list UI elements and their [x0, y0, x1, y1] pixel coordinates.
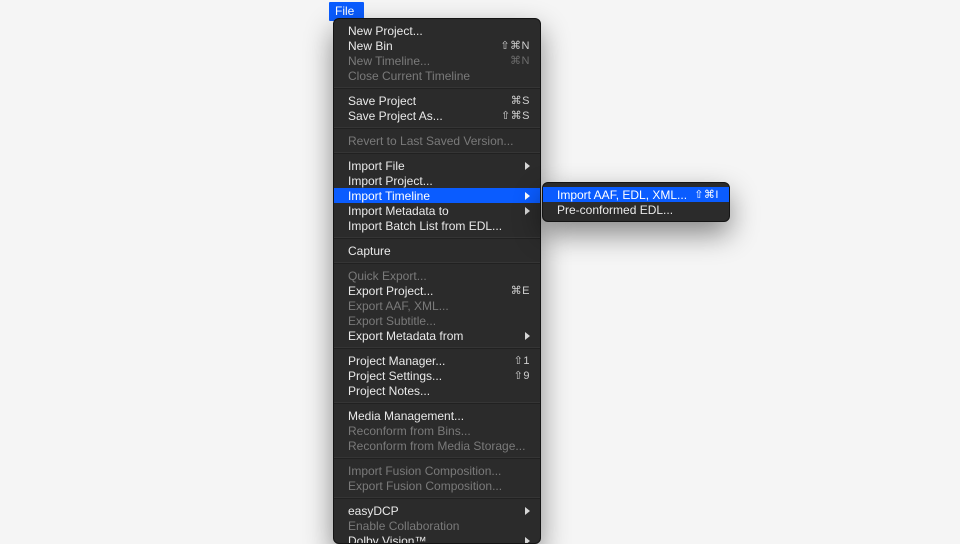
menu-item-easydcp[interactable]: easyDCP	[334, 503, 540, 518]
menu-item-import-aaf-edl-xml[interactable]: Import AAF, EDL, XML...⇧⌘I	[543, 187, 729, 202]
chevron-right-icon	[525, 507, 530, 515]
menu-separator	[334, 497, 540, 499]
menu-item-export-subtitle: Export Subtitle...	[334, 313, 540, 328]
menu-separator	[334, 152, 540, 154]
menu-item-label: Import Project...	[348, 174, 530, 188]
menu-item-shortcut: ⌘E	[511, 284, 530, 297]
menu-item-export-project[interactable]: Export Project...⌘E	[334, 283, 540, 298]
chevron-right-icon	[525, 192, 530, 200]
menu-item-media-management[interactable]: Media Management...	[334, 408, 540, 423]
menu-item-label: Dolby Vision™	[348, 534, 517, 544]
menu-item-shortcut: ⇧⌘I	[694, 188, 719, 201]
menu-item-label: New Project...	[348, 24, 530, 38]
menu-item-shortcut: ⌘N	[510, 54, 530, 67]
menu-item-label: Project Manager...	[348, 354, 514, 368]
menu-item-label: Export AAF, XML...	[348, 299, 530, 313]
menu-item-label: Import Metadata to	[348, 204, 517, 218]
menu-item-label: Enable Collaboration	[348, 519, 530, 533]
menu-separator	[334, 262, 540, 264]
menu-item-shortcut: ⇧9	[514, 369, 530, 382]
file-menu-dropdown: New Project...New Bin⇧⌘NNew Timeline...⌘…	[333, 18, 541, 544]
menu-item-label: Import File	[348, 159, 517, 173]
menu-item-shortcut: ⇧⌘N	[500, 39, 530, 52]
menu-item-label: Export Fusion Composition...	[348, 479, 530, 493]
menu-item-export-aaf-xml: Export AAF, XML...	[334, 298, 540, 313]
menu-item-label: Import Fusion Composition...	[348, 464, 530, 478]
menu-item-import-project[interactable]: Import Project...	[334, 173, 540, 188]
menu-item-save-project-as[interactable]: Save Project As...⇧⌘S	[334, 108, 540, 123]
menu-item-import-timeline[interactable]: Import Timeline	[334, 188, 540, 203]
menu-item-label: Reconform from Bins...	[348, 424, 530, 438]
menu-item-label: New Bin	[348, 39, 500, 53]
menu-item-label: Save Project As...	[348, 109, 501, 123]
menu-item-shortcut: ⇧1	[514, 354, 530, 367]
chevron-right-icon	[525, 537, 530, 544]
menu-item-project-settings[interactable]: Project Settings...⇧9	[334, 368, 540, 383]
menu-item-label: Import Timeline	[348, 189, 517, 203]
menubar-file-label: File	[335, 4, 354, 18]
menu-item-pre-conformed-edl[interactable]: Pre-conformed EDL...	[543, 202, 729, 217]
menu-item-label: Capture	[348, 244, 530, 258]
menu-item-label: Revert to Last Saved Version...	[348, 134, 530, 148]
menu-item-project-notes[interactable]: Project Notes...	[334, 383, 540, 398]
menu-item-reconform-from-bins: Reconform from Bins...	[334, 423, 540, 438]
menu-item-label: Project Settings...	[348, 369, 514, 383]
menu-item-save-project[interactable]: Save Project⌘S	[334, 93, 540, 108]
menu-item-label: Import Batch List from EDL...	[348, 219, 530, 233]
chevron-right-icon	[525, 162, 530, 170]
menu-item-project-manager[interactable]: Project Manager...⇧1	[334, 353, 540, 368]
menu-item-label: Export Project...	[348, 284, 511, 298]
menu-item-dolby-vision[interactable]: Dolby Vision™	[334, 533, 540, 544]
menu-item-shortcut: ⌘S	[511, 94, 530, 107]
menu-separator	[334, 457, 540, 459]
menu-item-label: Export Subtitle...	[348, 314, 530, 328]
menu-item-label: Reconform from Media Storage...	[348, 439, 530, 453]
menu-item-quick-export: Quick Export...	[334, 268, 540, 283]
menu-item-capture[interactable]: Capture	[334, 243, 540, 258]
menu-item-shortcut: ⇧⌘S	[501, 109, 530, 122]
menu-item-enable-collaboration: Enable Collaboration	[334, 518, 540, 533]
menu-separator	[334, 87, 540, 89]
menu-item-import-file[interactable]: Import File	[334, 158, 540, 173]
menu-item-label: Close Current Timeline	[348, 69, 530, 83]
menu-separator	[334, 237, 540, 239]
menu-item-new-bin[interactable]: New Bin⇧⌘N	[334, 38, 540, 53]
menu-item-label: Quick Export...	[348, 269, 530, 283]
menu-item-new-timeline: New Timeline...⌘N	[334, 53, 540, 68]
import-timeline-submenu: Import AAF, EDL, XML...⇧⌘IPre-conformed …	[542, 182, 730, 222]
menu-item-label: Import AAF, EDL, XML...	[557, 188, 694, 202]
menu-item-label: Pre-conformed EDL...	[557, 203, 719, 217]
menu-item-export-fusion-composition: Export Fusion Composition...	[334, 478, 540, 493]
menu-item-export-metadata-from[interactable]: Export Metadata from	[334, 328, 540, 343]
chevron-right-icon	[525, 332, 530, 340]
menu-item-import-batch-list-from-edl[interactable]: Import Batch List from EDL...	[334, 218, 540, 233]
menu-item-label: Project Notes...	[348, 384, 530, 398]
menu-separator	[334, 402, 540, 404]
chevron-right-icon	[525, 207, 530, 215]
menu-separator	[334, 127, 540, 129]
menu-item-new-project[interactable]: New Project...	[334, 23, 540, 38]
menu-separator	[334, 347, 540, 349]
menu-item-label: easyDCP	[348, 504, 517, 518]
menu-item-import-fusion-composition: Import Fusion Composition...	[334, 463, 540, 478]
menu-item-import-metadata-to[interactable]: Import Metadata to	[334, 203, 540, 218]
menu-item-label: Export Metadata from	[348, 329, 517, 343]
menu-item-reconform-from-media-storage: Reconform from Media Storage...	[334, 438, 540, 453]
menu-item-close-current-timeline: Close Current Timeline	[334, 68, 540, 83]
menu-item-label: New Timeline...	[348, 54, 510, 68]
menu-item-revert-to-last-saved-version: Revert to Last Saved Version...	[334, 133, 540, 148]
menu-item-label: Media Management...	[348, 409, 530, 423]
menu-item-label: Save Project	[348, 94, 511, 108]
